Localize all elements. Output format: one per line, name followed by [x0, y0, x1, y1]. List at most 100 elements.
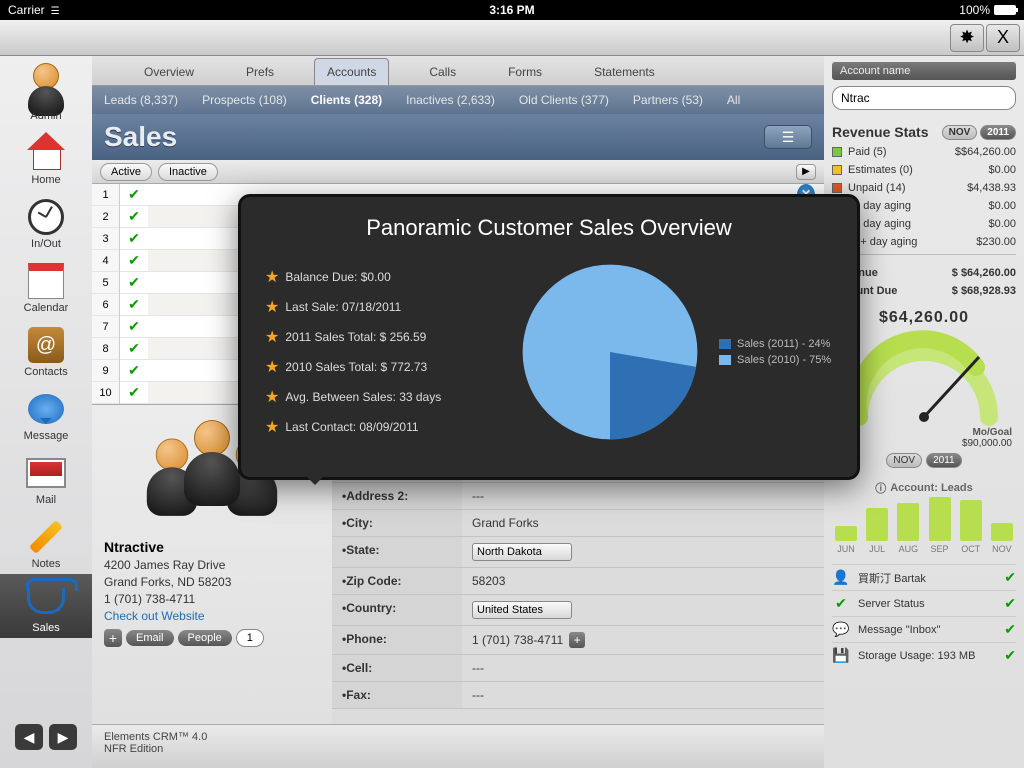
- status-row: 💾Storage Usage: 193 MB✔: [832, 642, 1016, 668]
- account-search-input[interactable]: [832, 86, 1016, 110]
- contact-website-link[interactable]: Check out Website: [104, 609, 320, 623]
- subtab[interactable]: Old Clients (377): [519, 93, 609, 107]
- field-value: ---: [462, 483, 824, 509]
- star-icon: ★: [265, 327, 279, 347]
- subtab[interactable]: Prospects (108): [202, 93, 287, 107]
- tab-prefs[interactable]: Prefs: [234, 59, 286, 85]
- filter-inactive[interactable]: Inactive: [158, 163, 218, 181]
- filter-row: Active Inactive ▶: [92, 160, 824, 184]
- row-number: 9: [92, 360, 119, 382]
- sidebar-prev-button[interactable]: ◀: [15, 724, 43, 750]
- chevron-right-icon: ▶: [802, 166, 810, 177]
- star-icon: ★: [265, 417, 279, 437]
- popover-stats: ★Balance Due: $0.00 ★Last Sale: 07/18/201…: [265, 257, 495, 447]
- tab-calls[interactable]: Calls: [417, 59, 468, 85]
- filter-active[interactable]: Active: [100, 163, 152, 181]
- search-label: Account name: [832, 62, 1016, 80]
- check-icon: ✔: [1004, 595, 1016, 612]
- check-icon: ✔: [1004, 647, 1016, 664]
- sidebar-item-calendar[interactable]: Calendar: [0, 254, 92, 318]
- gauge-goal-label: Mo/Goal: [962, 427, 1012, 438]
- popover-stat: ★2010 Sales Total: $ 772.73: [265, 357, 495, 377]
- notes-icon: [29, 520, 63, 554]
- popover-title: Panoramic Customer Sales Overview: [265, 215, 833, 241]
- field-label: Cell:: [332, 655, 462, 681]
- subtab[interactable]: Inactives (2,633): [406, 93, 495, 107]
- field-value: ---: [462, 682, 824, 708]
- add-contact-button[interactable]: +: [104, 629, 122, 647]
- subtab[interactable]: All: [727, 93, 740, 107]
- contact-address1: 4200 James Ray Drive: [104, 558, 320, 572]
- sidebar-item-inout[interactable]: In/Out: [0, 190, 92, 254]
- country-select[interactable]: United States: [472, 601, 572, 619]
- row-check: ✔: [120, 206, 148, 228]
- year-toggle[interactable]: 2011: [980, 125, 1016, 140]
- user-icon: [28, 63, 64, 116]
- popover-stat: ★2011 Sales Total: $ 256.59: [265, 327, 495, 347]
- section-menu-button[interactable]: ☰: [764, 125, 812, 149]
- basket-icon: [27, 588, 65, 614]
- status-icon: 👤: [832, 569, 850, 586]
- field-label: Address 2:: [332, 483, 462, 509]
- ios-status-bar: Carrier 3:16 PM 100%: [0, 0, 1024, 20]
- gauge-year-toggle[interactable]: 2011: [926, 453, 962, 468]
- calendar-icon: [28, 263, 64, 299]
- subtab[interactable]: Clients (328): [311, 93, 382, 107]
- gauge-month-toggle[interactable]: NOV: [886, 453, 922, 468]
- mail-icon: [26, 458, 66, 488]
- footer-line2: NFR Edition: [104, 743, 812, 755]
- row-check: ✔: [120, 338, 148, 360]
- tab-accounts[interactable]: Accounts: [314, 58, 389, 85]
- settings-button[interactable]: ✸: [950, 24, 984, 52]
- sidebar-item-message[interactable]: Message: [0, 382, 92, 446]
- pie-legend: Sales (2011) - 24%Sales (2010) - 75%: [719, 334, 831, 370]
- row-number: 2: [92, 206, 119, 228]
- sidebar-item-notes[interactable]: Notes: [0, 510, 92, 574]
- email-button[interactable]: Email: [126, 630, 174, 646]
- tab-statements[interactable]: Statements: [582, 59, 667, 85]
- account-subtabs: Leads (8,337) Prospects (108) Clients (328…: [92, 86, 824, 114]
- leads-bar-chart: JUNJULAUGSEPOCTNOV: [832, 504, 1016, 554]
- sidebar-item-contacts[interactable]: @Contacts: [0, 318, 92, 382]
- close-button[interactable]: X: [986, 24, 1020, 52]
- people-button[interactable]: People: [178, 630, 232, 646]
- pie-chart: [515, 257, 705, 447]
- subtab[interactable]: Partners (53): [633, 93, 703, 107]
- tab-forms[interactable]: Forms: [496, 59, 554, 85]
- module-tabs: Overview Prefs Accounts Calls Forms Statement…: [92, 56, 824, 86]
- state-select[interactable]: North Dakota: [472, 543, 572, 561]
- row-check: ✔: [120, 228, 148, 250]
- bar: AUG: [896, 503, 920, 554]
- field-label: Country:: [332, 595, 462, 625]
- status-row: 👤買斯汀 Bartak✔: [832, 564, 1016, 590]
- sidebar-item-admin[interactable]: Admin: [0, 62, 92, 126]
- revenue-stat-row: Estimates (0)$0.00: [832, 164, 1016, 176]
- clock-icon: [28, 199, 64, 235]
- sidebar-next-button[interactable]: ▶: [49, 724, 77, 750]
- popover-stat: ★Last Sale: 07/18/2011: [265, 297, 495, 317]
- sidebar-item-sales[interactable]: Sales: [0, 574, 92, 638]
- account-leads-label: Account: Leads: [890, 482, 973, 494]
- popover-stat: ★Balance Due: $0.00: [265, 267, 495, 287]
- month-toggle[interactable]: NOV: [942, 125, 978, 140]
- contacts-icon: @: [28, 327, 64, 363]
- row-check: ✔: [120, 382, 148, 404]
- add-phone-button[interactable]: +: [569, 632, 585, 648]
- sidebar-item-home[interactable]: Home: [0, 126, 92, 190]
- revenue-value: $ $64,260.00: [952, 267, 1016, 279]
- field-value: 1 (701) 738-4711: [472, 633, 563, 647]
- tab-overview[interactable]: Overview: [132, 59, 206, 85]
- filter-forward-button[interactable]: ▶: [796, 164, 816, 180]
- field-label: State:: [332, 537, 462, 567]
- gear-icon: ✸: [959, 27, 974, 48]
- legend-item: Sales (2011) - 24%: [719, 338, 831, 350]
- section-header: Sales ☰: [92, 114, 824, 160]
- field-value: Grand Forks: [462, 510, 824, 536]
- home-icon: [27, 134, 65, 172]
- sidebar: Admin Home In/Out Calendar @Contacts Mes…: [0, 56, 92, 768]
- revenue-stat-row: Paid (5)$$64,260.00: [832, 146, 1016, 158]
- status-icon: 💬: [832, 621, 850, 638]
- bar: JUL: [865, 508, 889, 554]
- sidebar-item-mail[interactable]: Mail: [0, 446, 92, 510]
- subtab[interactable]: Leads (8,337): [104, 93, 178, 107]
